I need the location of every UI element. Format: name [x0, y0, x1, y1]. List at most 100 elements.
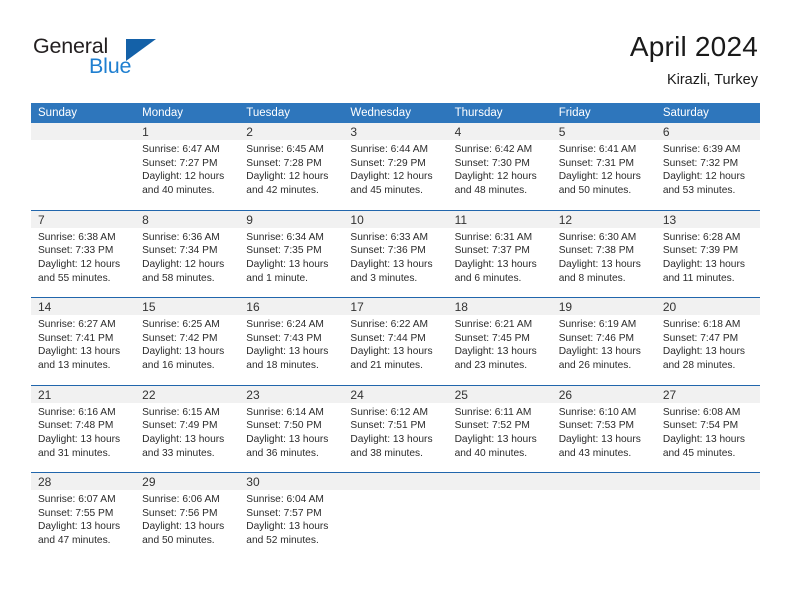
day-number[interactable]: 16 [239, 297, 344, 315]
day-cell[interactable]: Sunrise: 6:28 AM Sunset: 7:39 PM Daylight:… [655, 227, 760, 298]
page-title: April 2024 [629, 31, 758, 62]
day-cell-empty [447, 490, 552, 560]
day-cell[interactable]: Sunrise: 6:19 AM Sunset: 7:46 PM Daylight:… [551, 315, 656, 385]
day-cell[interactable]: Sunrise: 6:42 AM Sunset: 7:30 PM Daylight:… [447, 140, 552, 210]
day-number[interactable]: 6 [655, 123, 760, 140]
calendar-daynumber-row: 28 29 30 [31, 472, 760, 490]
day-number[interactable]: 13 [655, 209, 760, 228]
day-number[interactable]: 9 [239, 209, 344, 228]
day-daylight2-text: and 42 minutes. [246, 185, 319, 197]
day-cell[interactable]: Sunrise: 6:33 AM Sunset: 7:36 PM Daylight:… [343, 227, 448, 298]
day-number[interactable]: 15 [135, 297, 240, 315]
day-number[interactable]: 19 [551, 297, 656, 315]
day-cell[interactable]: Sunrise: 6:16 AM Sunset: 7:48 PM Daylight:… [31, 402, 136, 473]
day-number[interactable]: 2 [239, 123, 344, 140]
day-sunset-text: Sunset: 7:43 PM [246, 332, 322, 344]
day-number[interactable]: 14 [31, 297, 136, 315]
day-sunset-text: Sunset: 7:53 PM [558, 420, 635, 432]
day-daylight1-text: Daylight: 12 hours [142, 258, 225, 270]
day-cell[interactable]: Sunrise: 6:10 AM Sunset: 7:53 PM Daylight:… [551, 402, 656, 473]
day-cell[interactable]: Sunrise: 6:24 AM Sunset: 7:43 PM Daylight:… [239, 315, 344, 385]
day-cell[interactable]: Sunrise: 6:07 AM Sunset: 7:55 PM Daylight:… [31, 490, 136, 560]
day-number[interactable]: 5 [551, 123, 656, 140]
day-daylight1-text: Daylight: 13 hours [350, 346, 433, 358]
day-sunset-text: Sunset: 7:37 PM [454, 245, 530, 257]
day-daylight1-text: Daylight: 13 hours [142, 521, 225, 533]
day-sunset-text: Sunset: 7:50 PM [246, 420, 322, 432]
day-cell[interactable]: Sunrise: 6:30 AM Sunset: 7:38 PM Daylight:… [551, 227, 656, 298]
day-daylight1-text: Daylight: 13 hours [142, 346, 225, 358]
day-number-empty [343, 472, 448, 490]
day-sunset-text: Sunset: 7:57 PM [246, 507, 322, 519]
day-daylight2-text: and 48 minutes. [454, 185, 528, 197]
day-cell[interactable]: Sunrise: 6:45 AM Sunset: 7:28 PM Daylight:… [239, 140, 344, 210]
day-cell[interactable]: Sunrise: 6:04 AM Sunset: 7:57 PM Daylight:… [239, 490, 344, 560]
day-sunset-text: Sunset: 7:56 PM [142, 507, 218, 519]
day-cell[interactable]: Sunrise: 6:11 AM Sunset: 7:52 PM Daylight:… [447, 402, 552, 473]
day-sunset-text: Sunset: 7:44 PM [350, 332, 426, 344]
day-sunset-text: Sunset: 7:36 PM [350, 245, 426, 257]
day-cell-empty [551, 490, 656, 560]
day-sunrise-text: Sunrise: 6:21 AM [454, 319, 533, 330]
day-number[interactable]: 17 [343, 297, 448, 315]
day-sunrise-text: Sunrise: 6:11 AM [454, 406, 532, 418]
day-cell[interactable]: Sunrise: 6:14 AM Sunset: 7:50 PM Daylight:… [239, 402, 344, 473]
day-cell[interactable]: Sunrise: 6:47 AM Sunset: 7:27 PM Daylight:… [135, 140, 240, 210]
day-sunrise-text: Sunrise: 6:24 AM [246, 319, 324, 330]
day-number[interactable]: 10 [343, 209, 448, 228]
day-cell[interactable]: Sunrise: 6:18 AM Sunset: 7:47 PM Daylight:… [655, 315, 760, 385]
day-daylight2-text: and 45 minutes. [350, 185, 423, 197]
day-number[interactable]: 4 [447, 123, 552, 140]
day-daylight2-text: and 23 minutes. [454, 360, 528, 372]
day-number[interactable]: 11 [447, 209, 552, 228]
day-cell[interactable]: Sunrise: 6:15 AM Sunset: 7:49 PM Daylight:… [135, 402, 240, 473]
day-cell-empty [31, 140, 136, 210]
day-sunrise-text: Sunrise: 6:04 AM [246, 494, 324, 505]
day-number[interactable]: 26 [551, 384, 656, 403]
day-cell[interactable]: Sunrise: 6:44 AM Sunset: 7:29 PM Daylight:… [343, 140, 448, 210]
day-daylight2-text: and 21 minutes. [350, 360, 423, 372]
day-number[interactable]: 18 [447, 297, 552, 315]
day-daylight2-text: and 50 minutes. [142, 535, 215, 547]
day-number[interactable]: 29 [135, 472, 240, 490]
day-number[interactable]: 12 [551, 209, 656, 228]
day-cell[interactable]: Sunrise: 6:08 AM Sunset: 7:54 PM Daylight:… [655, 402, 760, 473]
day-cell[interactable]: Sunrise: 6:06 AM Sunset: 7:56 PM Daylight:… [135, 490, 240, 560]
day-cell[interactable]: Sunrise: 6:21 AM Sunset: 7:45 PM Daylight:… [447, 315, 552, 385]
day-number[interactable]: 1 [135, 123, 240, 140]
day-cell[interactable]: Sunrise: 6:22 AM Sunset: 7:44 PM Daylight:… [343, 315, 448, 385]
day-number[interactable]: 23 [239, 384, 344, 403]
day-cell[interactable]: Sunrise: 6:27 AM Sunset: 7:41 PM Daylight:… [31, 315, 136, 385]
day-number[interactable]: 28 [31, 472, 136, 490]
day-cell[interactable]: Sunrise: 6:36 AM Sunset: 7:34 PM Daylight:… [135, 227, 240, 298]
day-number[interactable]: 25 [447, 384, 552, 403]
day-sunrise-text: Sunrise: 6:16 AM [38, 406, 116, 418]
day-daylight1-text: Daylight: 13 hours [142, 433, 225, 445]
day-sunset-text: Sunset: 7:35 PM [246, 245, 322, 257]
day-cell[interactable]: Sunrise: 6:25 AM Sunset: 7:42 PM Daylight:… [135, 315, 240, 385]
day-sunrise-text: Sunrise: 6:14 AM [246, 406, 324, 418]
day-sunrise-text: Sunrise: 6:27 AM [38, 319, 116, 330]
day-sunrise-text: Sunrise: 6:41 AM [558, 144, 637, 155]
day-number[interactable]: 3 [343, 123, 448, 140]
day-cell[interactable]: Sunrise: 6:39 AM Sunset: 7:32 PM Daylight:… [655, 140, 760, 210]
day-daylight1-text: Daylight: 13 hours [38, 346, 121, 358]
day-sunset-text: Sunset: 7:29 PM [350, 157, 426, 169]
day-number[interactable]: 24 [343, 384, 448, 403]
day-number[interactable]: 30 [239, 472, 344, 490]
day-number[interactable]: 7 [31, 209, 136, 228]
day-number[interactable]: 20 [655, 297, 760, 315]
day-cell[interactable]: Sunrise: 6:12 AM Sunset: 7:51 PM Daylight:… [343, 402, 448, 473]
day-daylight2-text: and 52 minutes. [246, 535, 319, 547]
day-cell[interactable]: Sunrise: 6:38 AM Sunset: 7:33 PM Daylight:… [31, 227, 136, 298]
day-sunrise-text: Sunrise: 6:47 AM [142, 144, 220, 155]
day-cell[interactable]: Sunrise: 6:31 AM Sunset: 7:37 PM Daylight:… [447, 227, 552, 298]
day-number[interactable]: 22 [135, 384, 240, 403]
day-cell[interactable]: Sunrise: 6:41 AM Sunset: 7:31 PM Daylight:… [551, 140, 656, 210]
day-number[interactable]: 8 [135, 209, 240, 228]
day-number[interactable]: 27 [655, 384, 760, 403]
day-number[interactable]: 21 [31, 384, 136, 403]
day-daylight2-text: and 38 minutes. [350, 447, 423, 459]
day-cell[interactable]: Sunrise: 6:34 AM Sunset: 7:35 PM Daylight:… [239, 227, 344, 298]
day-sunrise-text: Sunrise: 6:18 AM [662, 319, 741, 330]
